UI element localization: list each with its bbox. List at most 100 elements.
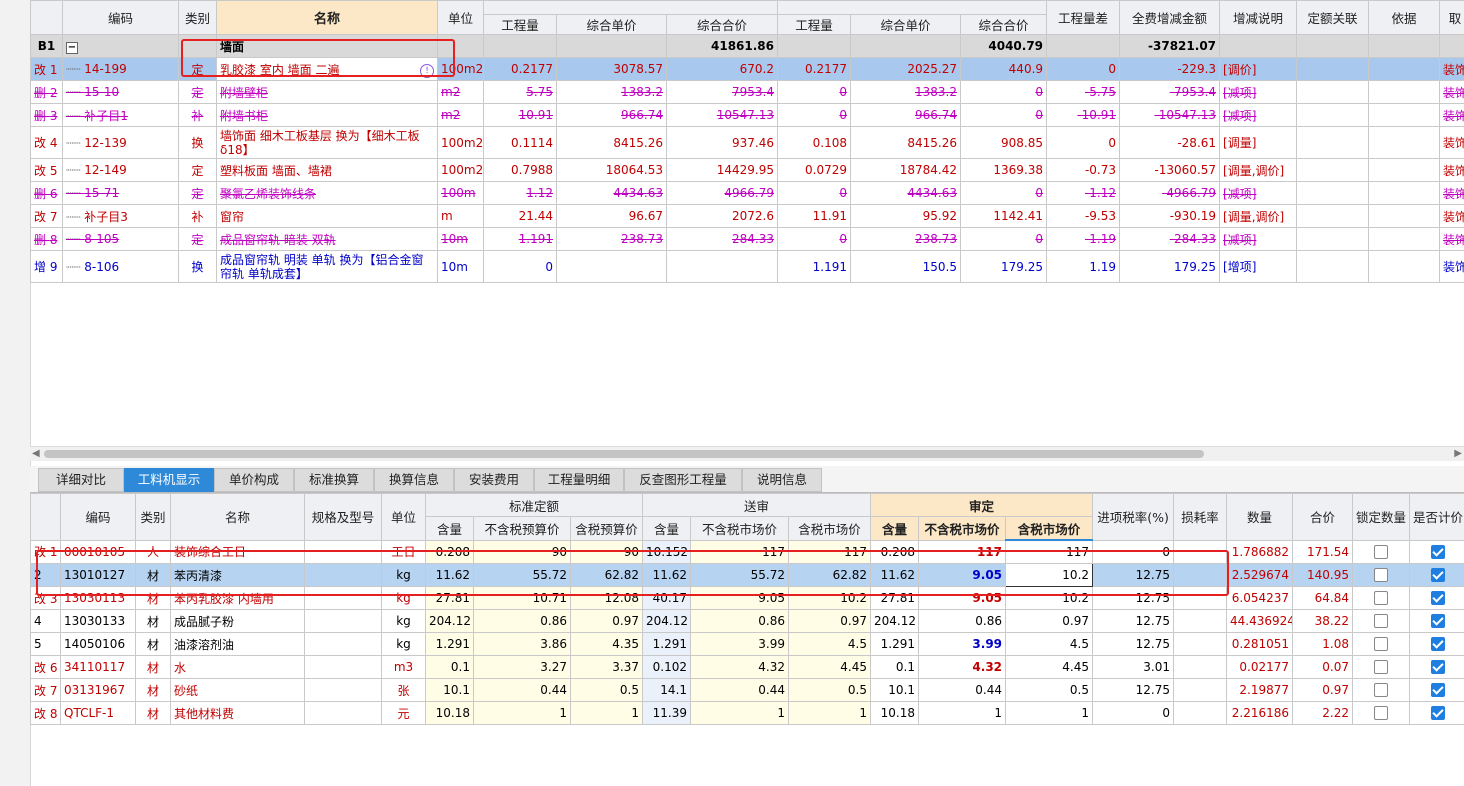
- header-unit[interactable]: 单位: [437, 0, 484, 35]
- bh-c4[interactable]: 含量: [642, 516, 692, 541]
- bh-flag[interactable]: 是否计价: [1409, 493, 1464, 541]
- last-col: 装饰王: [1443, 85, 1464, 100]
- item-code: 12-149: [84, 163, 127, 177]
- resource-row[interactable]: 改 7 03131967 材砂纸 张 10.1 0.44 0.5 14.1 0.44 0.5 10.…: [30, 678, 1464, 702]
- header-code[interactable]: 编码: [62, 0, 179, 35]
- tab-4[interactable]: 标准换算: [294, 468, 374, 492]
- aud-qty: 0.0729: [805, 163, 848, 177]
- price-checkbox[interactable]: [1431, 614, 1446, 629]
- std-price-tax: 0.97: [612, 614, 640, 628]
- bh-c9[interactable]: 含税市场价: [1005, 516, 1094, 541]
- item-row[interactable]: 改 7 ┈┈ 补子目3 补窗帘 m 21.44 96.67 2072.6 11.91 95.92…: [30, 204, 1464, 228]
- header-total2[interactable]: 综合合价: [960, 14, 1048, 35]
- bh-c1[interactable]: 含量: [425, 516, 474, 541]
- item-unit: 100m2: [441, 163, 484, 177]
- bh-c7[interactable]: 含量: [870, 516, 920, 541]
- remark: [减项]: [1223, 85, 1257, 100]
- header-qty-diff[interactable]: 工程量差: [1046, 0, 1121, 35]
- tab-3[interactable]: 单价构成: [214, 468, 294, 492]
- lock-checkbox[interactable]: [1374, 683, 1389, 698]
- tab-1[interactable]: 详细对比: [38, 468, 124, 492]
- bh-c8[interactable]: 不含税市场价: [918, 516, 1007, 541]
- item-row[interactable]: 删 2 ┈┈ 15-10 定附墙壁柜 m2 5.75 1383.2 7953.4 0 1383.…: [30, 80, 1464, 104]
- header-qty2[interactable]: 工程量: [777, 14, 852, 35]
- bh-loss[interactable]: 损耗率: [1173, 493, 1228, 541]
- price-checkbox[interactable]: [1431, 706, 1446, 721]
- lock-checkbox[interactable]: [1374, 637, 1389, 652]
- tab-7[interactable]: 工程量明细: [534, 468, 624, 492]
- group-collapse[interactable]: −: [62, 34, 179, 58]
- total-diff: -4966.79: [1162, 186, 1217, 200]
- bh-lock[interactable]: 锁定数量: [1352, 493, 1411, 541]
- scroll-right-icon[interactable]: ▶: [1454, 448, 1462, 459]
- header-name[interactable]: 名称: [216, 0, 438, 35]
- tab-9[interactable]: 说明信息: [742, 468, 822, 492]
- price-checkbox[interactable]: [1431, 591, 1446, 606]
- header-qty1[interactable]: 工程量: [483, 14, 557, 35]
- bh-tax[interactable]: 进项税率(%): [1092, 493, 1175, 541]
- scroll-left-icon[interactable]: ◀: [32, 448, 40, 459]
- lock-checkbox[interactable]: [1374, 591, 1389, 606]
- resource-row[interactable]: 改 6 34110117 材水 m3 0.1 3.27 3.37 0.102 4.32 4.45 0…: [30, 655, 1464, 679]
- header-quota-link[interactable]: 定额关联: [1296, 0, 1370, 35]
- header-price2[interactable]: 综合单价: [850, 14, 962, 35]
- bh-c6[interactable]: 含税市场价: [788, 516, 872, 541]
- row-status: 删: [34, 186, 47, 201]
- item-row[interactable]: 增 9 ┈┈ 8-106 换成品窗帘轨 明装 单轨 换为【铝合金窗帘轨 单轨成套】 1…: [30, 250, 1464, 283]
- price-checkbox[interactable]: [1431, 683, 1446, 698]
- horizontal-scrollbar[interactable]: ◀ ▶: [30, 446, 1464, 461]
- resource-row[interactable]: 4 13030133 材成品腻子粉 kg 204.12 0.86 0.97 204.12 0.8…: [30, 609, 1464, 633]
- item-code: 15-10: [84, 85, 120, 99]
- item-row[interactable]: 删 6 ┈┈ 15-71 定聚氯乙烯装饰线条 100m 1.12 4434.63 4966.…: [30, 181, 1464, 205]
- price-checkbox[interactable]: [1431, 545, 1446, 559]
- tab-2[interactable]: 工料机显示: [124, 468, 214, 492]
- collapse-icon[interactable]: −: [66, 41, 78, 54]
- bh-code[interactable]: 编码: [60, 493, 136, 541]
- header-remark[interactable]: 增减说明: [1219, 0, 1298, 35]
- bh-spec[interactable]: 规格及型号: [304, 493, 382, 541]
- lock-checkbox[interactable]: [1374, 614, 1389, 629]
- lock-checkbox[interactable]: [1374, 545, 1389, 559]
- header-total-diff[interactable]: 全费增减金额: [1119, 0, 1221, 35]
- tab-8[interactable]: 反查图形工程量: [624, 468, 742, 492]
- lock-checkbox[interactable]: [1374, 568, 1389, 583]
- aud-price: 150.5: [922, 259, 958, 274]
- item-type: 定: [191, 163, 204, 178]
- item-row[interactable]: 删 8 ┈┈ 8-105 定成品窗帘轨 暗装 双轨 10m 1.191 238.73 284…: [30, 227, 1464, 251]
- bh-c5[interactable]: 不含税市场价: [690, 516, 790, 541]
- price-checkbox[interactable]: [1431, 660, 1446, 675]
- header-basis[interactable]: 依据: [1368, 0, 1441, 35]
- scroll-thumb[interactable]: [44, 450, 1204, 458]
- sub-price-notax: 0.86: [758, 614, 786, 628]
- resource-row[interactable]: 改 8 QTCLF-1 材其他材料费 元 10.18 1 1 11.39 1 1 10.18 1 1 0 2…: [30, 701, 1464, 725]
- header-price1[interactable]: 综合单价: [556, 14, 667, 35]
- sub-price-tax: 1: [859, 706, 868, 720]
- res-type: 材: [146, 706, 159, 721]
- lock-checkbox[interactable]: [1374, 706, 1389, 721]
- sub-total: 10547.13: [716, 108, 775, 122]
- left-gutter: [0, 0, 31, 786]
- detail-tab-bar: 详细对比 工料机显示 单价构成 标准换算 换算信息 安装费用 工程量明细 反查图形工程量 说明信…: [30, 466, 1464, 493]
- bh-qty[interactable]: 数量: [1226, 493, 1294, 541]
- aud-content: 204.12: [874, 614, 917, 628]
- lock-checkbox[interactable]: [1374, 660, 1389, 675]
- std-content: 0.1: [450, 660, 470, 674]
- sub-price-tax: 0.5: [847, 683, 868, 697]
- item-row[interactable]: 删 3 ┈┈ 补子目1 补附墙书柜 m2 10.91 966.74 10547.13 0 966…: [30, 103, 1464, 127]
- header-total1[interactable]: 综合合价: [665, 14, 779, 35]
- bh-total[interactable]: 合价: [1292, 493, 1354, 541]
- tab-5[interactable]: 换算信息: [374, 468, 454, 492]
- header-type[interactable]: 类别: [178, 0, 217, 35]
- item-row[interactable]: 改 5 ┈┈ 12-149 定塑料板面 墙面、墙裙 100m2 0.7988 18064.…: [30, 158, 1464, 182]
- bh-c3[interactable]: 含税预算价: [569, 516, 644, 541]
- bh-unit[interactable]: 单位: [381, 493, 426, 541]
- price-checkbox[interactable]: [1431, 637, 1446, 652]
- tab-6[interactable]: 安装费用: [454, 468, 534, 492]
- bh-c2[interactable]: 不含税预算价: [473, 516, 571, 541]
- bh-name[interactable]: 名称: [170, 493, 305, 541]
- header-last[interactable]: 取: [1439, 0, 1464, 35]
- price-checkbox[interactable]: [1431, 568, 1446, 583]
- resource-row[interactable]: 5 14050106 材油漆溶剂油 kg 1.291 3.86 4.35 1.291 3.99 4…: [30, 632, 1464, 656]
- item-row[interactable]: 改 4 ┈┈ 12-139 换墙饰面 细木工板基层 换为【细木工板δ18】 100m2…: [30, 126, 1464, 159]
- bh-type[interactable]: 类别: [135, 493, 171, 541]
